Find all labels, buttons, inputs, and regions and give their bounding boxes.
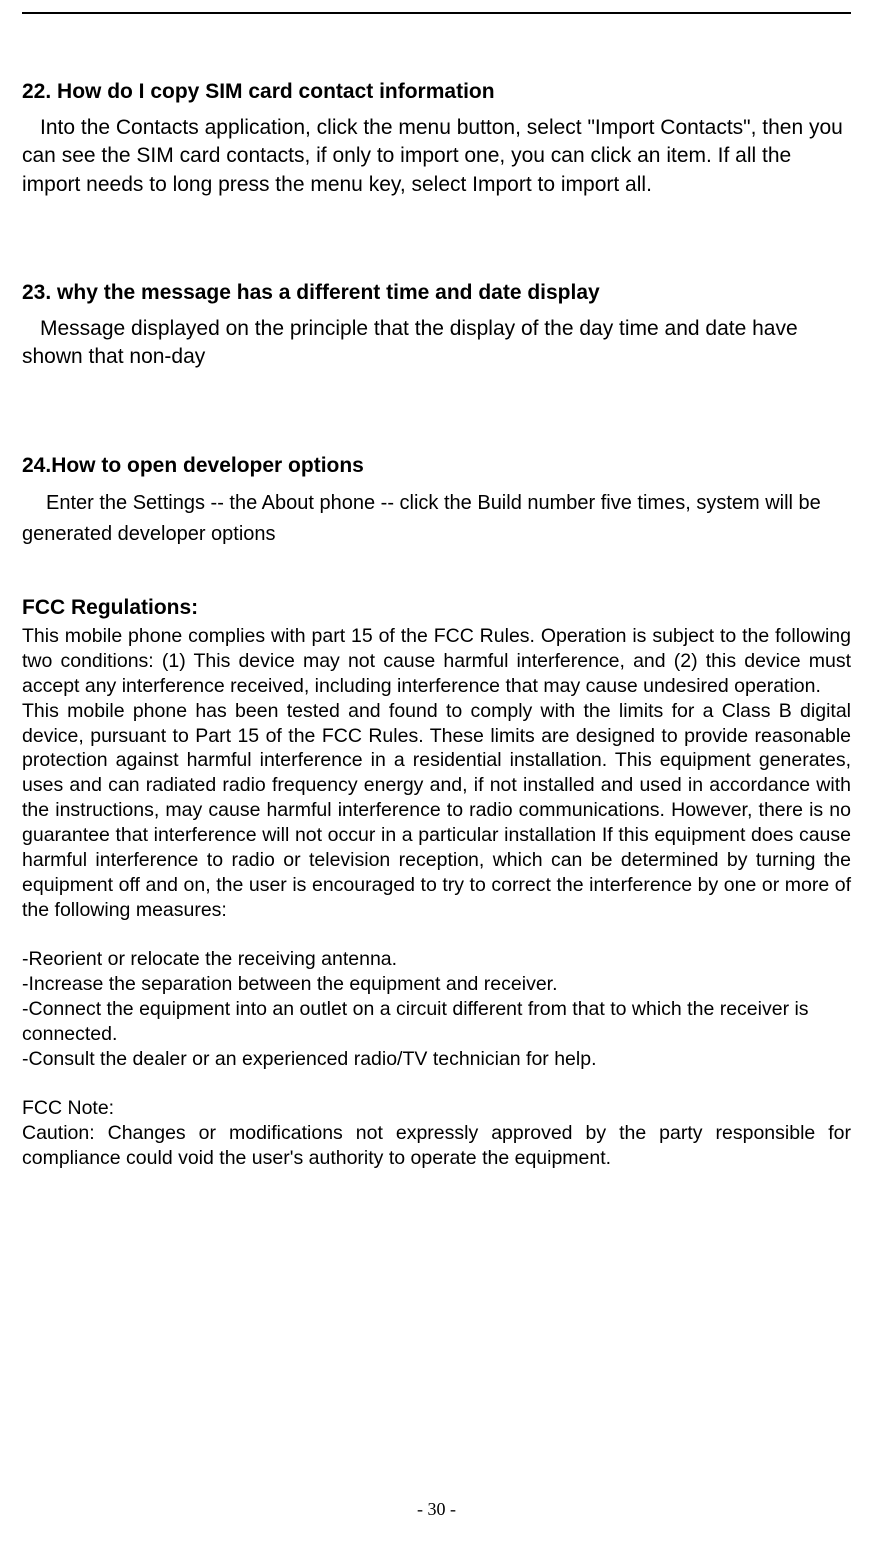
- fcc-note-label: FCC Note:: [22, 1096, 851, 1121]
- fcc-list: -Reorient or relocate the receiving ante…: [22, 947, 851, 1072]
- page-number: - 30 -: [0, 1499, 873, 1520]
- page-content: 22. How do I copy SIM card contact infor…: [0, 80, 873, 1171]
- fcc-note: FCC Note: Caution: Changes or modificati…: [22, 1096, 851, 1171]
- fcc-note-body: Caution: Changes or modifications not ex…: [22, 1121, 851, 1171]
- section-24-body: Enter the Settings -- the About phone --…: [22, 488, 851, 550]
- fcc-list-item: -Reorient or relocate the receiving ante…: [22, 947, 851, 972]
- top-rule: [22, 12, 851, 14]
- section-23-body: Message displayed on the principle that …: [22, 315, 851, 372]
- fcc-list-item: -Connect the equipment into an outlet on…: [22, 997, 851, 1047]
- section-23-heading: 23. why the message has a different time…: [22, 281, 851, 305]
- fcc-list-item: -Consult the dealer or an experienced ra…: [22, 1047, 851, 1072]
- fcc-para2: This mobile phone has been tested and fo…: [22, 699, 851, 924]
- section-22-body: Into the Contacts application, click the…: [22, 114, 851, 199]
- fcc-list-item: -Increase the separation between the equ…: [22, 972, 851, 997]
- section-22-heading: 22. How do I copy SIM card contact infor…: [22, 80, 851, 104]
- section-24-heading: 24.How to open developer options: [22, 454, 851, 478]
- fcc-heading: FCC Regulations:: [22, 596, 851, 620]
- fcc-para1: This mobile phone complies with part 15 …: [22, 624, 851, 699]
